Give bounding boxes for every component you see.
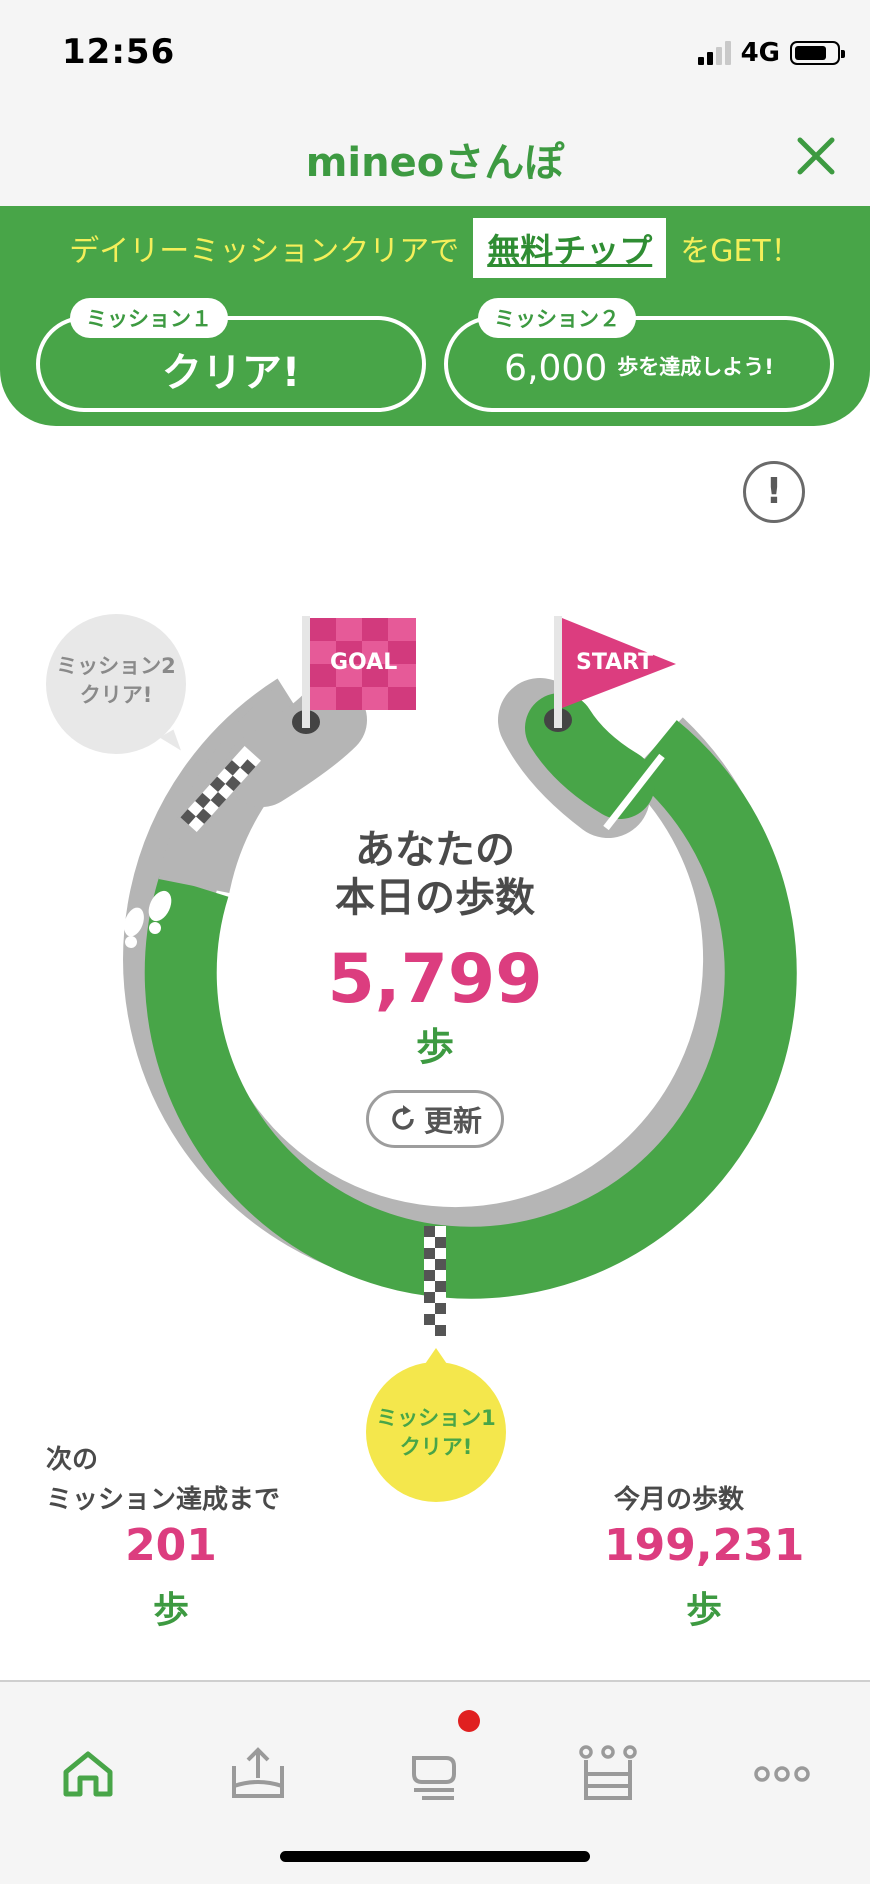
mission2-tag: ミッション２ — [478, 298, 636, 338]
upload-tray-icon — [232, 1747, 284, 1798]
today-step-count: 5,799 — [327, 940, 543, 1019]
battery-icon — [790, 41, 845, 65]
network-type: 4G — [740, 38, 780, 68]
close-button[interactable] — [788, 128, 844, 184]
refresh-button[interactable]: 更新 — [366, 1090, 504, 1148]
page-title: mineoさんぽ — [305, 140, 565, 186]
next-mission-label-line1: 次の — [46, 1445, 99, 1475]
info-button[interactable]: ! — [743, 461, 805, 523]
next-mission-stats: 次の ミッション達成まで 201 歩 — [46, 1440, 296, 1633]
tab-upload[interactable] — [228, 1744, 288, 1804]
start-pole — [554, 616, 562, 728]
status-bar: 12:56 4G — [0, 0, 870, 108]
mission1-bubble-line2: クリア! — [399, 1435, 473, 1459]
tab-chat[interactable] — [404, 1744, 464, 1804]
month-steps-label: 今月の歩数 — [614, 1485, 745, 1515]
mission2-goal-text: 歩を達成しよう! — [617, 355, 774, 379]
signal-icon — [697, 41, 731, 65]
course-start-hook-fill — [525, 693, 655, 819]
mission2-clear-bubble: ミッション2 クリア! — [46, 614, 186, 754]
home-indicator — [280, 1851, 590, 1862]
next-mission-value: 201 — [125, 1520, 217, 1571]
today-steps-label-line2: 本日の歩数 — [335, 875, 535, 921]
refresh-icon — [392, 1105, 414, 1130]
mission1-checker-line — [424, 1226, 446, 1336]
mission1-bubble-line1: ミッション1 — [376, 1406, 496, 1430]
mission1-clear-bubble: ミッション1 クリア! — [366, 1348, 506, 1502]
today-steps-label-line1: あなたの — [355, 827, 515, 873]
chat-bubble-icon — [412, 1756, 456, 1800]
mission1-tag: ミッション１ — [70, 298, 228, 338]
mission2-goal-number: 6,000 — [504, 348, 608, 389]
banner-text-after: をGET！ — [680, 234, 801, 269]
goal-pole — [302, 616, 310, 728]
mission1-status: クリア! — [161, 350, 301, 396]
start-flag-label: START — [576, 650, 654, 675]
close-icon — [797, 137, 835, 175]
exclamation-icon: ! — [765, 471, 783, 512]
goal-flag-label: GOAL — [330, 650, 398, 675]
month-steps-value: 199,231 — [604, 1520, 805, 1571]
today-steps-label: あなたの 本日の歩数 — [0, 826, 870, 922]
status-time: 12:56 — [62, 32, 176, 72]
free-chip-link[interactable]: 無料チップ — [473, 218, 667, 278]
tab-ranking[interactable] — [578, 1744, 638, 1804]
mission2-goal: 6,000 歩を達成しよう! — [448, 348, 830, 389]
mission2-bubble-line2: クリア! — [79, 683, 153, 707]
mission2-bubble-line1: ミッション2 — [56, 654, 176, 678]
next-mission-unit: 歩 — [152, 1590, 189, 1631]
nav-bar: mineoさんぽ — [0, 108, 870, 206]
refresh-label: 更新 — [423, 1104, 482, 1138]
next-mission-label-line2: ミッション達成まで — [46, 1485, 281, 1515]
banner-headline: デイリーミッションクリアで 無料チップ をGET！ — [0, 218, 870, 278]
mission2-card[interactable]: ミッション２ 6,000 歩を達成しよう! — [444, 298, 834, 412]
banner-text-before: デイリーミッションクリアで — [69, 234, 460, 269]
tab-more[interactable] — [752, 1744, 812, 1804]
mission1-card[interactable]: ミッション１ クリア! — [36, 298, 426, 412]
home-icon — [63, 1751, 113, 1797]
mission-banner: デイリーミッションクリアで 無料チップ をGET！ ミッション１ クリア! ミッ… — [0, 206, 870, 426]
month-steps-unit: 歩 — [685, 1590, 722, 1631]
crown-icon — [579, 1745, 637, 1800]
battery-level — [795, 46, 827, 60]
status-indicators: 4G — [697, 38, 845, 68]
notification-badge — [458, 1710, 480, 1732]
month-stats: 今月の歩数 199,231 歩 — [604, 1480, 804, 1633]
more-dots-icon — [754, 1766, 810, 1782]
tab-home[interactable] — [58, 1744, 118, 1804]
today-step-unit: 歩 — [415, 1025, 454, 1069]
